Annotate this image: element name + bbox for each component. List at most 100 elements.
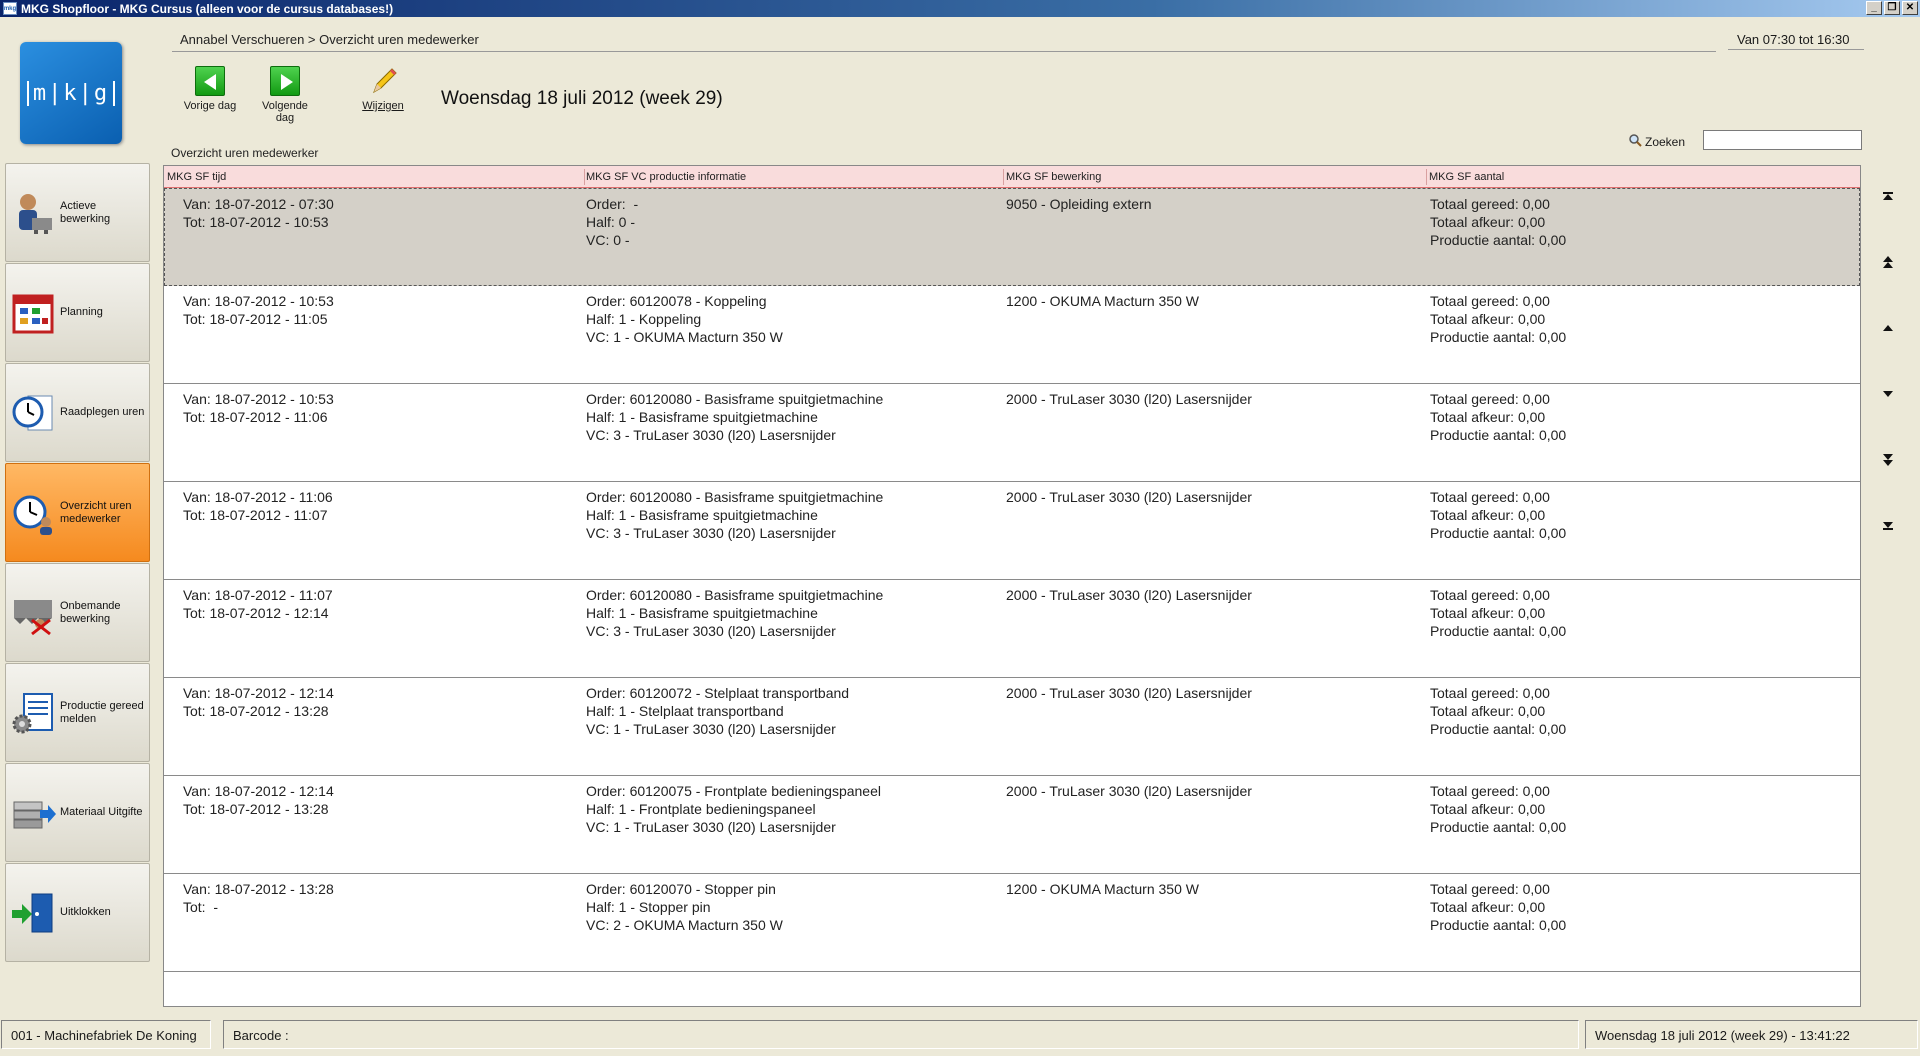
cell-aantal: Totaal gereed: 0,00 Totaal afkeur: 0,00 … [1430, 881, 1567, 933]
status-bar: 001 - Machinefabriek De Koning Barcode :… [0, 1017, 1920, 1056]
search-label-text: Zoeken [1645, 134, 1686, 149]
table-row[interactable]: Van: 18-07-2012 - 12:14 Tot: 18-07-2012 … [164, 776, 1860, 874]
table-row[interactable]: Van: 18-07-2012 - 11:07 Tot: 18-07-2012 … [164, 580, 1860, 678]
table-row[interactable]: Van: 18-07-2012 - 07:30 Tot: 18-07-2012 … [164, 188, 1860, 286]
breadcrumb: Annabel Verschueren > Overzicht uren med… [180, 32, 479, 47]
cell-aantal: Totaal gereed: 0,00 Totaal afkeur: 0,00 … [1430, 783, 1567, 835]
column-separator[interactable] [1003, 169, 1004, 185]
sidebar-item-uitklokken[interactable]: Uitklokken [5, 863, 150, 962]
worker-machine-icon [10, 190, 56, 236]
column-header-productie-informatie[interactable]: MKG SF VC productie informatie [586, 171, 746, 183]
cell-productie-informatie: Order: 60120072 - Stelplaat transportban… [586, 685, 850, 737]
door-exit-icon [10, 890, 56, 936]
cell-aantal: Totaal gereed: 0,00 Totaal afkeur: 0,00 … [1430, 685, 1567, 737]
restore-icon[interactable]: ❐ [1884, 1, 1900, 15]
cell-productie-informatie: Order: - Half: 0 - VC: 0 - [586, 196, 639, 248]
worktime-label: Van 07:30 tot 16:30 [1728, 26, 1864, 50]
cell-bewerking: 1200 - OKUMA Macturn 350 W [1006, 881, 1199, 897]
cell-bewerking: 2000 - TruLaser 3030 (l20) Lasersnijder [1006, 685, 1252, 701]
search-label: Zoeken [1628, 133, 1685, 150]
next-day-label: Volgende dag [262, 100, 308, 124]
cell-productie-informatie: Order: 60120080 - Basisframe spuitgietma… [586, 391, 884, 443]
cell-productie-informatie: Order: 60120070 - Stopper pin Half: 1 - … [586, 881, 783, 933]
grid-caption: Overzicht uren medewerker [171, 146, 319, 160]
cell-bewerking: 2000 - TruLaser 3030 (l20) Lasersnijder [1006, 391, 1252, 407]
previous-day-label: Vorige dag [183, 100, 237, 112]
barcode-status[interactable]: Barcode : [223, 1020, 1579, 1049]
hours-grid: MKG SF tijd MKG SF VC productie informat… [163, 165, 1861, 1007]
scroll-bottom-bar-icon [1883, 528, 1893, 530]
cell-productie-informatie: Order: 60120080 - Basisframe spuitgietma… [586, 587, 884, 639]
search-input[interactable] [1703, 130, 1862, 150]
cell-bewerking: 2000 - TruLaser 3030 (l20) Lasersnijder [1006, 489, 1252, 505]
cell-productie-informatie: Order: 60120080 - Basisframe spuitgietma… [586, 489, 884, 541]
sidebar-item-raadplegen-uren[interactable]: Raadplegen uren [5, 363, 150, 462]
line-up-button[interactable] [1878, 318, 1898, 338]
line-down-button[interactable] [1878, 384, 1898, 404]
table-row[interactable]: Van: 18-07-2012 - 12:14 Tot: 18-07-2012 … [164, 678, 1860, 776]
window-title: MKG Shopfloor - MKG Cursus (alleen voor … [21, 1, 394, 16]
sidebar-item-actieve-bewerking[interactable]: Actieve bewerking [5, 163, 150, 262]
column-header-tijd[interactable]: MKG SF tijd [167, 171, 226, 183]
edit-button[interactable]: Wijzigen [358, 66, 408, 112]
previous-day-button[interactable]: Vorige dag [182, 66, 238, 112]
next-day-button[interactable]: Volgende dag [252, 66, 318, 124]
document-gear-icon [10, 690, 56, 736]
cell-tijd: Van: 18-07-2012 - 07:30 Tot: 18-07-2012 … [183, 196, 334, 230]
clock-user-icon [10, 490, 56, 536]
page-up-button[interactable] [1878, 252, 1898, 272]
table-row[interactable]: Van: 18-07-2012 - 13:28 Tot: - Order: 60… [164, 874, 1860, 972]
mkg-logo: m|k|g [20, 42, 122, 144]
scroll-to-top-button[interactable] [1878, 186, 1898, 206]
page-down-button[interactable] [1878, 450, 1898, 470]
down-arrow-icon [1883, 391, 1893, 397]
cell-tijd: Van: 18-07-2012 - 12:14 Tot: 18-07-2012 … [183, 685, 334, 719]
cell-tijd: Van: 18-07-2012 - 10:53 Tot: 18-07-2012 … [183, 391, 334, 425]
cell-bewerking: 2000 - TruLaser 3030 (l20) Lasersnijder [1006, 783, 1252, 799]
cell-aantal: Totaal gereed: 0,00 Totaal afkeur: 0,00 … [1430, 293, 1567, 345]
table-row[interactable]: Van: 18-07-2012 - 11:06 Tot: 18-07-2012 … [164, 482, 1860, 580]
column-header-bewerking[interactable]: MKG SF bewerking [1006, 171, 1101, 183]
cell-tijd: Van: 18-07-2012 - 10:53 Tot: 18-07-2012 … [183, 293, 334, 327]
sidebar-item-overzicht-uren-medewerker[interactable]: Overzicht uren medewerker [5, 463, 150, 562]
calendar-icon [10, 290, 56, 336]
app-icon: mkg [3, 2, 17, 15]
cell-aantal: Totaal gereed: 0,00 Totaal afkeur: 0,00 … [1430, 196, 1567, 248]
sidebar-item-materiaal-uitgifte[interactable]: Materiaal Uitgifte [5, 763, 150, 862]
grid-header: MKG SF tijd MKG SF VC productie informat… [164, 166, 1860, 188]
sidebar-item-planning[interactable]: Planning [5, 263, 150, 362]
table-row[interactable]: Van: 18-07-2012 - 10:53 Tot: 18-07-2012 … [164, 384, 1860, 482]
magnifier-icon [1628, 133, 1642, 150]
sidebar-item-productie-gereed-melden[interactable]: Productie gereed melden [5, 663, 150, 762]
scroll-up-arrow-icon [1883, 194, 1893, 200]
column-separator[interactable] [584, 169, 585, 185]
cell-aantal: Totaal gereed: 0,00 Totaal afkeur: 0,00 … [1430, 489, 1567, 541]
cell-productie-informatie: Order: 60120078 - Koppeling Half: 1 - Ko… [586, 293, 783, 345]
machine-unmanned-icon [10, 590, 56, 636]
clock-document-icon [10, 390, 56, 436]
up-arrow-icon [1883, 325, 1893, 331]
cell-bewerking: 9050 - Opleiding extern [1006, 196, 1152, 212]
arrow-left-icon [195, 66, 225, 96]
datetime-status: Woensdag 18 juli 2012 (week 29) - 13:41:… [1585, 1020, 1918, 1049]
cell-tijd: Van: 18-07-2012 - 11:07 Tot: 18-07-2012 … [183, 587, 333, 621]
cell-aantal: Totaal gereed: 0,00 Totaal afkeur: 0,00 … [1430, 391, 1567, 443]
table-row[interactable]: Van: 18-07-2012 - 10:53 Tot: 18-07-2012 … [164, 286, 1860, 384]
header-divider [172, 51, 1716, 52]
column-header-aantal[interactable]: MKG SF aantal [1429, 171, 1504, 183]
company-status: 001 - Machinefabriek De Koning [1, 1020, 211, 1049]
cell-aantal: Totaal gereed: 0,00 Totaal afkeur: 0,00 … [1430, 587, 1567, 639]
cell-tijd: Van: 18-07-2012 - 11:06 Tot: 18-07-2012 … [183, 489, 333, 523]
scroll-to-bottom-button[interactable] [1878, 516, 1898, 536]
cell-tijd: Van: 18-07-2012 - 13:28 Tot: - [183, 881, 334, 915]
material-stack-icon [10, 790, 56, 836]
pencil-icon [368, 66, 398, 96]
sidebar-item-onbemande-bewerking[interactable]: Onbemande bewerking [5, 563, 150, 662]
cell-tijd: Van: 18-07-2012 - 12:14 Tot: 18-07-2012 … [183, 783, 334, 817]
title-bar: mkg MKG Shopfloor - MKG Cursus (alleen v… [0, 0, 1920, 17]
column-separator[interactable] [1426, 169, 1427, 185]
window-controls: _ ❐ ✕ [1866, 1, 1918, 15]
close-icon[interactable]: ✕ [1902, 1, 1918, 15]
cell-productie-informatie: Order: 60120075 - Frontplate bedieningsp… [586, 783, 881, 835]
minimize-icon[interactable]: _ [1866, 1, 1882, 15]
